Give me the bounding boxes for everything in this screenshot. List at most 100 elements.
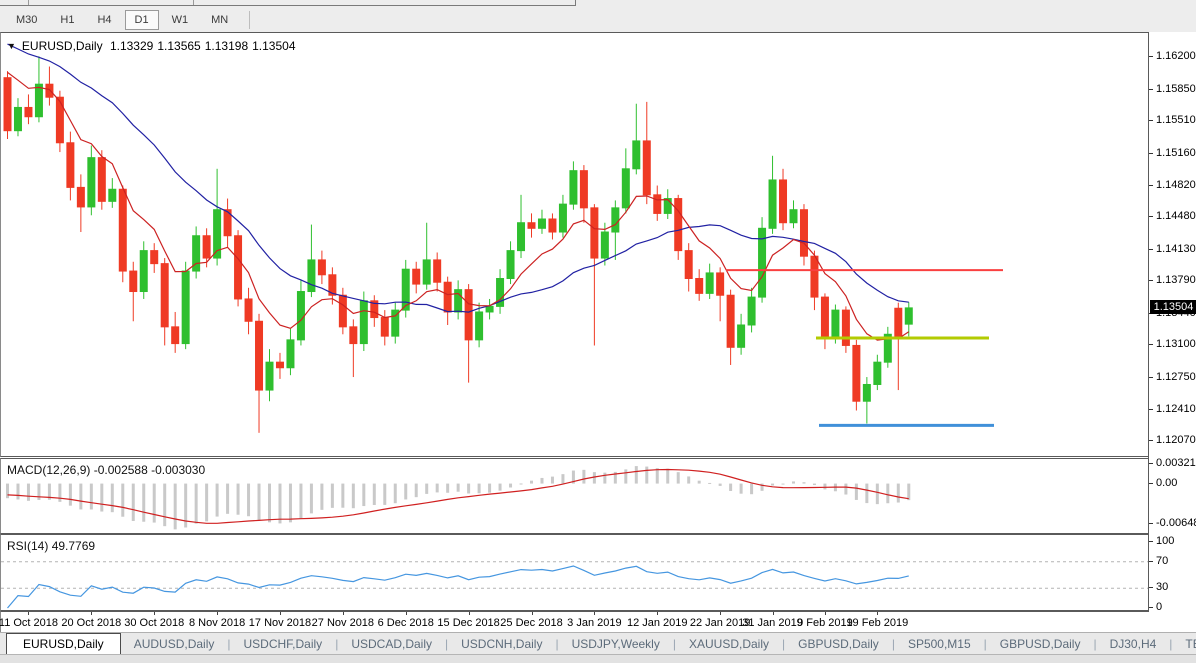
ohlc-close: 1.13504 <box>252 39 295 53</box>
macd-histogram-bar <box>719 484 722 486</box>
macd-histogram-bar <box>352 484 355 509</box>
upper-toolbar-remnant <box>0 0 1196 7</box>
timeframe-button-H1[interactable]: H1 <box>50 10 84 30</box>
candle-bearish <box>853 345 860 401</box>
price-tick-label: 1.12410 <box>1156 403 1196 415</box>
ohlc-low: 1.13198 <box>205 39 248 53</box>
macd-histogram-bar <box>195 484 198 524</box>
price-tick-label: 1.13100 <box>1156 338 1196 350</box>
chart-tab-usdchf-daily[interactable]: USDCHF,Daily <box>231 633 336 654</box>
axis-tick-mark <box>1149 523 1153 524</box>
candle-bearish <box>643 141 650 195</box>
macd-histogram-bar <box>268 484 271 523</box>
timeframe-button-D1[interactable]: D1 <box>125 10 159 30</box>
chart-tab-usdcnh-daily[interactable]: USDCNH,Daily <box>448 633 555 654</box>
macd-histogram-bar <box>111 484 114 513</box>
rsi-chart-canvas[interactable] <box>1 535 1149 610</box>
timeframe-button-H4[interactable]: H4 <box>87 10 121 30</box>
macd-histogram-bar <box>729 484 732 491</box>
macd-histogram-bar <box>16 484 19 500</box>
chart-tab-usdcad-daily[interactable]: USDCAD,Daily <box>338 633 445 654</box>
status-strip <box>0 654 1196 663</box>
date-tick-mark <box>720 612 721 615</box>
chart-tab-audusd-daily[interactable]: AUDUSD,Daily <box>121 633 228 654</box>
candle-bearish <box>276 362 283 368</box>
candle-bearish <box>77 187 84 207</box>
chart-tab-dj30-h4[interactable]: DJ30,H4 <box>1097 633 1170 654</box>
rsi-tick-label: 30 <box>1156 581 1168 593</box>
axis-tick-mark <box>1149 185 1153 186</box>
macd-histogram-bar <box>383 484 386 505</box>
date-tick-label: 15 Dec 2018 <box>437 617 499 629</box>
chart-tab-gbpusd-daily[interactable]: GBPUSD,Daily <box>987 633 1094 654</box>
candle-bullish <box>863 384 870 401</box>
axis-tick-mark <box>1149 280 1153 281</box>
rsi-value: 49.7769 <box>52 539 95 553</box>
main-chart-panel[interactable]: ▼EURUSD,Daily 1.133291.135651.131981.135… <box>0 32 1149 457</box>
macd-histogram-bar <box>289 484 292 523</box>
chart-tab-usdjpy-weekly[interactable]: USDJPY,Weekly <box>559 633 673 654</box>
candle-bearish <box>654 195 661 214</box>
macd-tick-label: -0.006485 <box>1156 517 1196 529</box>
macd-histogram-bar <box>603 473 606 484</box>
chart-tab-sp500-m15[interactable]: SP500,M15 <box>895 633 984 654</box>
macd-indicator-panel[interactable]: MACD(12,26,9) -0.002588 -0.003030 <box>0 458 1149 534</box>
candle-bullish <box>738 325 745 347</box>
axis-tick-mark <box>1149 249 1153 250</box>
candlestick-chart-canvas[interactable] <box>1 33 1149 456</box>
price-tick-label: 1.13790 <box>1156 274 1196 286</box>
chart-tab-tech100[interactable]: TECH100, <box>1172 633 1196 654</box>
axis-tick-mark <box>1149 120 1153 121</box>
macd-histogram-bar <box>698 481 701 484</box>
candle-bearish <box>444 282 451 312</box>
macd-histogram-bar <box>27 484 30 501</box>
macd-histogram-bar <box>635 466 638 484</box>
candle-bearish <box>235 236 242 299</box>
candle-bullish <box>559 204 566 232</box>
candle-bearish <box>4 78 11 131</box>
candle-bullish <box>612 208 619 232</box>
macd-histogram-bar <box>886 484 889 504</box>
chart-tab-gbpusd-daily[interactable]: GBPUSD,Daily <box>785 633 892 654</box>
date-tick-label: 11 Oct 2018 <box>0 617 58 629</box>
rsi-indicator-panel[interactable]: RSI(14) 49.7769 <box>0 534 1149 611</box>
chart-tab-eurusd-daily[interactable]: EURUSD,Daily <box>6 633 121 654</box>
candle-bearish <box>339 295 346 327</box>
chart-tab-xauusd-daily[interactable]: XAUUSD,Daily <box>676 633 782 654</box>
date-tick-mark <box>406 612 407 615</box>
date-tick-mark <box>877 612 878 615</box>
chart-tab-bar: EURUSD,DailyAUDUSD,Daily|USDCHF,Daily|US… <box>0 632 1196 654</box>
macd-histogram-bar <box>530 481 533 484</box>
timeframe-button-W1[interactable]: W1 <box>162 10 199 30</box>
axis-tick-mark <box>1149 561 1153 562</box>
timeframe-button-MN[interactable]: MN <box>201 10 238 30</box>
date-tick-mark <box>280 612 281 615</box>
axis-tick-mark <box>1149 216 1153 217</box>
symbol-dropdown-icon[interactable]: ▼ <box>7 41 16 51</box>
macd-histogram-bar <box>907 484 910 501</box>
price-tick-label: 1.14130 <box>1156 243 1196 255</box>
macd-histogram-bar <box>897 484 900 503</box>
macd-histogram-bar <box>687 476 690 483</box>
candle-bearish <box>696 279 703 294</box>
macd-histogram-bar <box>593 472 596 483</box>
timeframe-button-M30[interactable]: M30 <box>6 10 47 30</box>
macd-histogram-bar <box>436 484 439 493</box>
macd-histogram-bar <box>79 484 82 510</box>
macd-histogram-bar <box>205 484 208 522</box>
candle-bullish <box>308 260 315 292</box>
date-tick-label: 31 Jan 2019 <box>742 617 803 629</box>
macd-histogram-bar <box>278 484 281 524</box>
macd-name: MACD(12,26,9) <box>7 463 90 477</box>
candle-bullish <box>360 301 367 344</box>
date-tick-mark <box>469 612 470 615</box>
axis-tick-mark <box>1149 541 1153 542</box>
macd-histogram-bar <box>226 484 229 514</box>
candle-bullish <box>140 251 147 292</box>
date-tick-label: 9 Feb 2019 <box>797 617 853 629</box>
timeframe-button-group: M30H1H4D1W1MN <box>6 10 241 30</box>
axis-tick-mark <box>1149 153 1153 154</box>
macd-histogram-bar <box>750 484 753 495</box>
macd-histogram-bar <box>121 484 124 517</box>
macd-histogram-bar <box>415 484 418 498</box>
